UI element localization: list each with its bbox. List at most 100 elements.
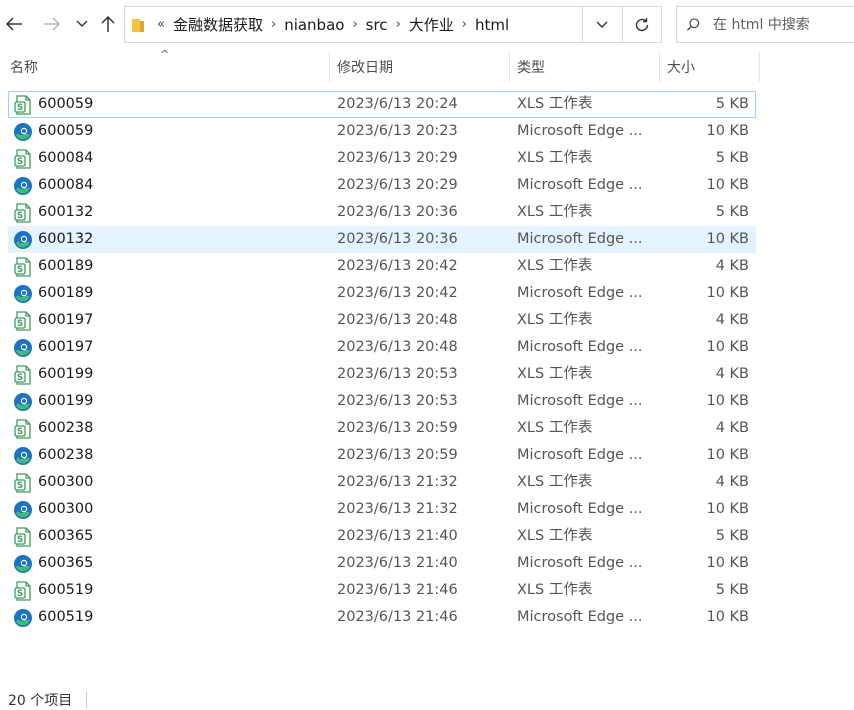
back-button[interactable] xyxy=(2,12,26,36)
xls-icon: S xyxy=(14,257,31,277)
file-row[interactable]: S 600519 2023/6/13 21:46 XLS 工作表 5 KB xyxy=(8,577,756,604)
edge-icon xyxy=(14,285,32,303)
recent-locations-button[interactable] xyxy=(70,12,94,36)
file-modified: 2023/6/13 21:46 xyxy=(337,582,458,598)
file-row[interactable]: 600365 2023/6/13 21:40 Microsoft Edge ... 1… xyxy=(8,550,756,577)
file-type: Microsoft Edge ... xyxy=(517,501,643,517)
file-name: 600238 xyxy=(38,447,94,463)
file-modified: 2023/6/13 20:48 xyxy=(337,312,458,328)
file-type: Microsoft Edge ... xyxy=(517,177,643,193)
up-button[interactable] xyxy=(96,12,120,36)
edge-icon xyxy=(14,447,32,465)
file-size: 10 KB xyxy=(706,447,749,463)
file-row[interactable]: 600300 2023/6/13 21:32 Microsoft Edge ... 1… xyxy=(8,496,756,523)
file-modified: 2023/6/13 20:23 xyxy=(337,123,458,139)
edge-icon xyxy=(14,339,32,357)
column-size-label: 大小 xyxy=(667,60,695,76)
breadcrumb-item[interactable]: src xyxy=(362,16,392,34)
breadcrumb-separator-icon[interactable]: › xyxy=(458,17,471,32)
breadcrumb-separator-icon[interactable]: › xyxy=(348,17,361,32)
file-type: XLS 工作表 xyxy=(517,204,593,220)
file-row[interactable]: 600199 2023/6/13 20:53 Microsoft Edge ... 1… xyxy=(8,388,756,415)
file-modified: 2023/6/13 20:36 xyxy=(337,231,458,247)
file-row[interactable]: S 600132 2023/6/13 20:36 XLS 工作表 5 KB xyxy=(8,199,756,226)
file-modified: 2023/6/13 21:46 xyxy=(337,609,458,625)
file-name: 600199 xyxy=(38,366,94,382)
file-name: 600300 xyxy=(38,474,94,490)
file-type: XLS 工作表 xyxy=(517,528,593,544)
file-size: 4 KB xyxy=(715,258,749,274)
xls-icon: S xyxy=(14,203,31,223)
column-size[interactable]: 大小 xyxy=(660,50,760,84)
file-type: XLS 工作表 xyxy=(517,474,593,490)
edge-icon xyxy=(14,231,32,249)
breadcrumb-item[interactable]: html xyxy=(471,16,513,34)
file-row[interactable]: S 600084 2023/6/13 20:29 XLS 工作表 5 KB xyxy=(8,145,756,172)
column-type[interactable]: 类型 xyxy=(510,50,660,84)
file-size: 5 KB xyxy=(715,582,749,598)
navigation-bar: « 金融数据获取 › nianbao › src › 大作业 › html xyxy=(0,0,854,48)
file-type: Microsoft Edge ... xyxy=(517,609,643,625)
file-modified: 2023/6/13 20:36 xyxy=(337,204,458,220)
file-type: Microsoft Edge ... xyxy=(517,123,643,139)
file-row[interactable]: S 600059 2023/6/13 20:24 XLS 工作表 5 KB xyxy=(8,91,756,118)
file-row[interactable]: 600059 2023/6/13 20:23 Microsoft Edge ... 1… xyxy=(8,118,756,145)
refresh-button[interactable] xyxy=(622,7,661,42)
xls-icon: S xyxy=(14,311,31,331)
file-name: 600519 xyxy=(38,609,94,625)
file-modified: 2023/6/13 21:40 xyxy=(337,555,458,571)
breadcrumb-item[interactable]: 大作业 xyxy=(405,14,458,35)
file-size: 10 KB xyxy=(706,555,749,571)
file-row[interactable]: 600189 2023/6/13 20:42 Microsoft Edge ... 1… xyxy=(8,280,756,307)
file-row[interactable]: 600132 2023/6/13 20:36 Microsoft Edge ... 1… xyxy=(8,226,756,253)
svg-text:S: S xyxy=(17,535,23,545)
file-name: 600365 xyxy=(38,555,94,571)
file-size: 10 KB xyxy=(706,393,749,409)
file-size: 10 KB xyxy=(706,285,749,301)
file-modified: 2023/6/13 20:59 xyxy=(337,447,458,463)
file-name: 600519 xyxy=(38,582,94,598)
file-modified: 2023/6/13 20:42 xyxy=(337,258,458,274)
file-row[interactable]: S 600365 2023/6/13 21:40 XLS 工作表 5 KB xyxy=(8,523,756,550)
status-divider xyxy=(86,692,87,708)
search-input[interactable] xyxy=(711,15,854,34)
xls-icon: S xyxy=(14,473,31,493)
file-modified: 2023/6/13 21:32 xyxy=(337,501,458,517)
column-type-label: 类型 xyxy=(517,60,545,76)
file-type: XLS 工作表 xyxy=(517,582,593,598)
file-size: 10 KB xyxy=(706,177,749,193)
breadcrumb-separator-icon[interactable]: › xyxy=(267,17,280,32)
file-row[interactable]: S 600238 2023/6/13 20:59 XLS 工作表 4 KB xyxy=(8,415,756,442)
file-row[interactable]: S 600197 2023/6/13 20:48 XLS 工作表 4 KB xyxy=(8,307,756,334)
forward-button[interactable] xyxy=(40,12,64,36)
file-list: S 600059 2023/6/13 20:24 XLS 工作表 5 KB 600059 2… xyxy=(8,91,756,631)
file-modified: 2023/6/13 20:53 xyxy=(337,366,458,382)
column-name[interactable]: 名称 ^ xyxy=(0,48,330,84)
address-bar[interactable]: « 金融数据获取 › nianbao › src › 大作业 › html xyxy=(124,6,662,43)
edge-icon xyxy=(14,501,32,519)
file-row[interactable]: 600519 2023/6/13 21:46 Microsoft Edge ... 1… xyxy=(8,604,756,631)
file-row[interactable]: S 600300 2023/6/13 21:32 XLS 工作表 4 KB xyxy=(8,469,756,496)
file-size: 4 KB xyxy=(715,420,749,436)
breadcrumb-item[interactable]: nianbao xyxy=(280,16,348,34)
file-row[interactable]: S 600199 2023/6/13 20:53 XLS 工作表 4 KB xyxy=(8,361,756,388)
file-modified: 2023/6/13 20:42 xyxy=(337,285,458,301)
svg-text:S: S xyxy=(17,211,23,221)
file-type: Microsoft Edge ... xyxy=(517,447,643,463)
sort-ascending-icon: ^ xyxy=(160,48,170,61)
svg-text:S: S xyxy=(17,157,23,167)
search-box[interactable] xyxy=(676,6,854,43)
column-modified[interactable]: 修改日期 xyxy=(330,50,510,84)
address-history-button[interactable] xyxy=(582,7,621,42)
file-modified: 2023/6/13 20:59 xyxy=(337,420,458,436)
breadcrumb-separator-icon[interactable]: › xyxy=(392,17,405,32)
file-row[interactable]: S 600189 2023/6/13 20:42 XLS 工作表 4 KB xyxy=(8,253,756,280)
file-type: XLS 工作表 xyxy=(517,420,593,436)
file-row[interactable]: 600238 2023/6/13 20:59 Microsoft Edge ... 1… xyxy=(8,442,756,469)
file-size: 5 KB xyxy=(715,204,749,220)
file-row[interactable]: 600084 2023/6/13 20:29 Microsoft Edge ... 1… xyxy=(8,172,756,199)
breadcrumb-item[interactable]: 金融数据获取 xyxy=(169,14,267,35)
edge-icon xyxy=(14,177,32,195)
breadcrumb-overflow[interactable]: « xyxy=(153,17,169,32)
file-row[interactable]: 600197 2023/6/13 20:48 Microsoft Edge ... 1… xyxy=(8,334,756,361)
